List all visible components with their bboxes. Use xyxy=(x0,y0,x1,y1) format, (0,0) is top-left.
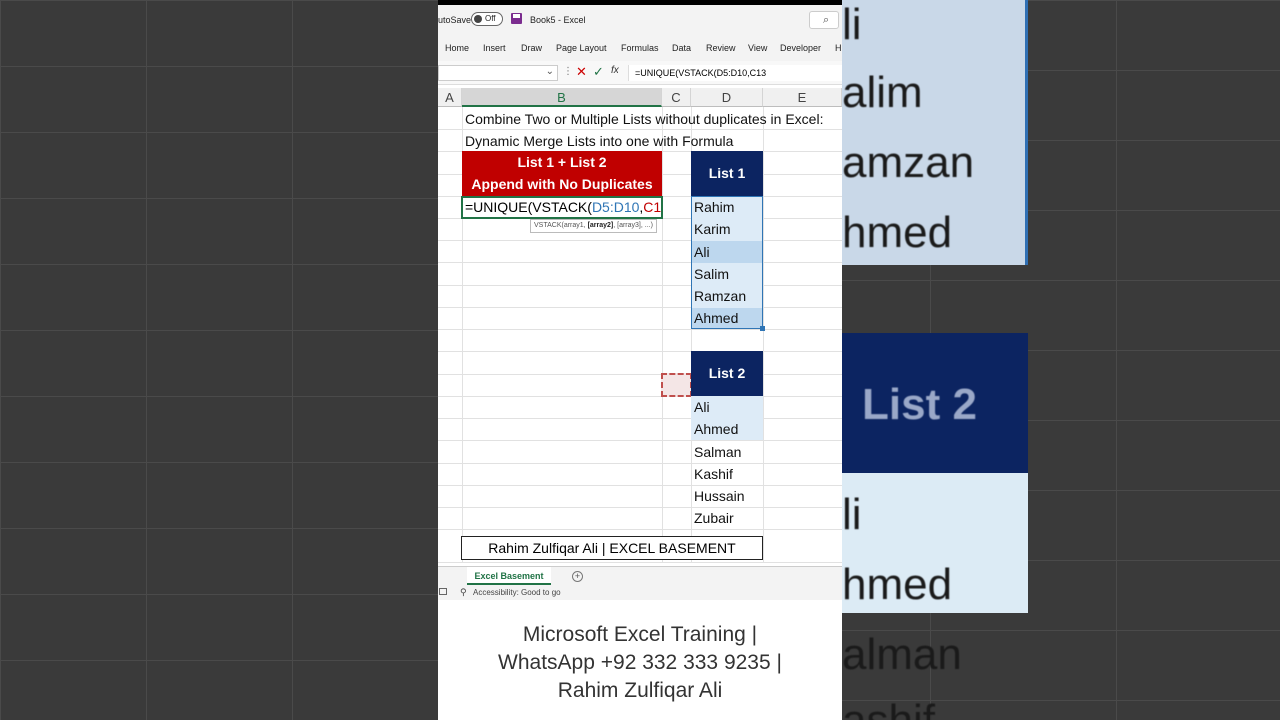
bg-name: alim xyxy=(842,68,923,117)
fill-handle[interactable] xyxy=(760,326,765,331)
column-header-a[interactable]: A xyxy=(438,88,462,107)
list1-item[interactable]: Ali xyxy=(691,241,710,263)
bg-name: alman xyxy=(842,630,962,679)
bg-name: ashif xyxy=(842,696,935,720)
list1-item[interactable]: Rahim xyxy=(691,196,734,218)
column-header-c[interactable]: C xyxy=(662,88,691,107)
function-tooltip: VSTACK(array1, [array2], [array3], ...) xyxy=(530,219,657,233)
sheet-tab-bar: Excel Basement + xyxy=(438,566,842,586)
list1-item[interactable]: Karim xyxy=(691,218,731,240)
list2-item[interactable]: Ali xyxy=(691,396,710,418)
tab-formulas[interactable]: Formulas xyxy=(621,43,659,53)
accessibility-icon[interactable]: ⚲ xyxy=(460,587,467,598)
enter-icon[interactable]: ✓ xyxy=(593,64,604,80)
autosave-label: utoSave xyxy=(438,15,472,25)
left-background xyxy=(0,0,438,720)
bg-name: li xyxy=(842,0,862,49)
tab-data[interactable]: Data xyxy=(672,43,691,53)
caption-line3: Rahim Zulfiqar Ali xyxy=(557,679,723,702)
column-header-b[interactable]: B xyxy=(462,88,662,107)
chevron-down-icon[interactable]: ⌄ xyxy=(546,66,554,77)
accessibility-status[interactable]: Accessibility: Good to go xyxy=(473,588,561,597)
reference-cell-c13[interactable] xyxy=(661,373,692,397)
list2-item[interactable]: Hussain xyxy=(691,485,745,507)
tab-view[interactable]: View xyxy=(748,43,767,53)
list1-item[interactable]: Ahmed xyxy=(691,307,738,329)
list2-item[interactable]: Kashif xyxy=(691,463,733,485)
more-icon: ⋮ xyxy=(563,66,573,77)
cell-mode-icon xyxy=(439,588,447,595)
ribbon-tabs: Home Insert Draw Page Layout Formulas Da… xyxy=(438,35,842,61)
caption-line1: Microsoft Excel Training | xyxy=(522,623,758,646)
caption-line2: WhatsApp +92 332 333 9235 | xyxy=(498,651,782,674)
list2-item[interactable]: Zubair xyxy=(691,507,734,529)
fx-icon[interactable]: fx xyxy=(611,65,619,76)
sheet-tab-excel-basement[interactable]: Excel Basement xyxy=(467,567,551,585)
autosave-toggle[interactable]: Off xyxy=(471,12,503,26)
heading-line2[interactable]: Dynamic Merge Lists into one with Formul… xyxy=(462,130,733,152)
result-header[interactable]: List 1 + List 2 Append with No Duplicate… xyxy=(462,151,662,196)
title-bar: utoSave Off Book5 - Excel ⌕ xyxy=(438,5,842,35)
list1-item[interactable]: Salim xyxy=(691,263,729,285)
bg-name: hmed xyxy=(842,208,953,257)
tab-draw[interactable]: Draw xyxy=(521,43,542,53)
list2-header[interactable]: List 2 xyxy=(691,351,763,396)
search-button[interactable]: ⌕ xyxy=(809,11,839,29)
name-box[interactable]: ⌄ xyxy=(438,65,558,81)
tab-review[interactable]: Review xyxy=(706,43,736,53)
search-icon: ⌕ xyxy=(823,14,830,26)
active-cell-editor[interactable]: =UNIQUE(VSTACK(D5:D10,C13 xyxy=(461,196,663,219)
column-header-d[interactable]: D xyxy=(691,88,763,107)
heading-line1[interactable]: Combine Two or Multiple Lists without du… xyxy=(462,108,823,130)
list1-item[interactable]: Ramzan xyxy=(691,285,746,307)
tab-home[interactable]: Home xyxy=(445,43,469,53)
tab-developer[interactable]: Developer xyxy=(780,43,821,53)
tab-help[interactable]: H xyxy=(835,43,842,53)
window-title: Book5 - Excel xyxy=(530,15,586,25)
add-sheet-icon[interactable]: + xyxy=(572,571,583,582)
formula-input[interactable]: =UNIQUE(VSTACK(D5:D10,C13 xyxy=(628,65,842,81)
bg-name: amzan xyxy=(842,138,975,187)
list1-header[interactable]: List 1 xyxy=(691,151,763,196)
save-icon[interactable] xyxy=(511,13,522,24)
video-caption: Microsoft Excel Training | WhatsApp +92 … xyxy=(438,621,842,705)
tab-page-layout[interactable]: Page Layout xyxy=(556,43,607,53)
author-box[interactable]: Rahim Zulfiqar Ali | EXCEL BASEMENT xyxy=(461,536,763,560)
column-header-e[interactable]: E xyxy=(763,88,842,107)
bg-name: li xyxy=(842,490,862,539)
bg-list2: List 2 xyxy=(862,380,977,429)
cancel-icon[interactable]: ✕ xyxy=(576,64,587,80)
list2-item[interactable]: Ahmed xyxy=(691,418,738,440)
excel-window: utoSave Off Book5 - Excel ⌕ Home Insert … xyxy=(438,0,842,720)
bg-name: hmed xyxy=(842,560,953,609)
tab-insert[interactable]: Insert xyxy=(483,43,506,53)
status-bar: ⚲ Accessibility: Good to go xyxy=(438,586,842,600)
list2-item[interactable]: Salman xyxy=(691,441,741,463)
formula-bar: ⌄ ⋮ ✕ ✓ fx =UNIQUE(VSTACK(D5:D10,C13 xyxy=(438,61,842,85)
